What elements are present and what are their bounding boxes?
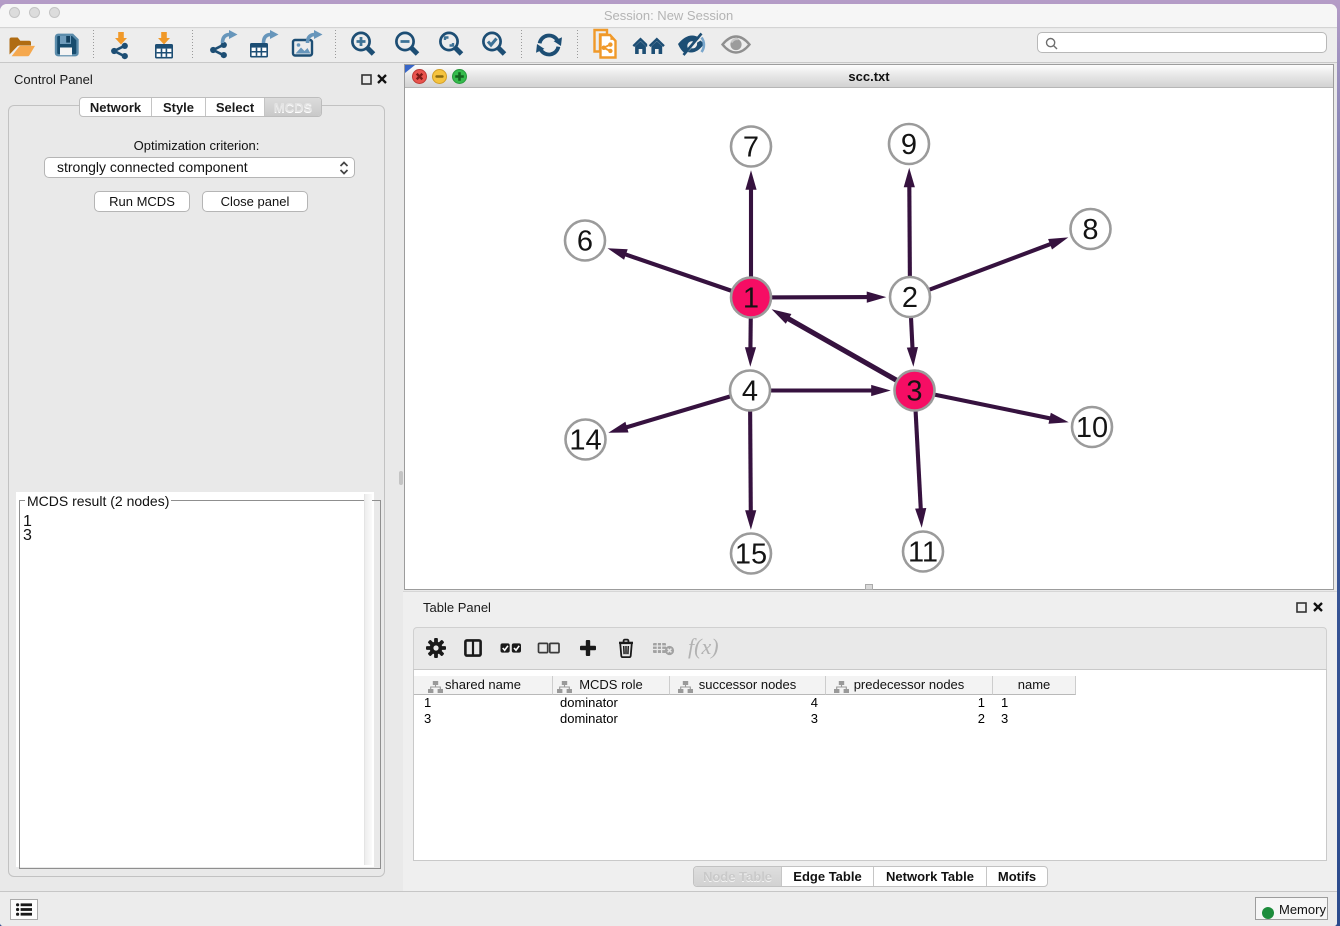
svg-text:2: 2 xyxy=(902,282,918,314)
svg-text:3: 3 xyxy=(906,376,922,408)
svg-text:1: 1 xyxy=(743,283,759,315)
svg-text:10: 10 xyxy=(1076,412,1108,444)
svg-text:6: 6 xyxy=(577,226,593,258)
svg-text:14: 14 xyxy=(569,425,601,457)
svg-text:7: 7 xyxy=(743,132,759,164)
svg-text:4: 4 xyxy=(742,376,758,408)
svg-text:15: 15 xyxy=(735,539,767,571)
svg-text:11: 11 xyxy=(908,537,938,569)
svg-text:9: 9 xyxy=(901,129,917,161)
svg-text:8: 8 xyxy=(1082,214,1098,246)
